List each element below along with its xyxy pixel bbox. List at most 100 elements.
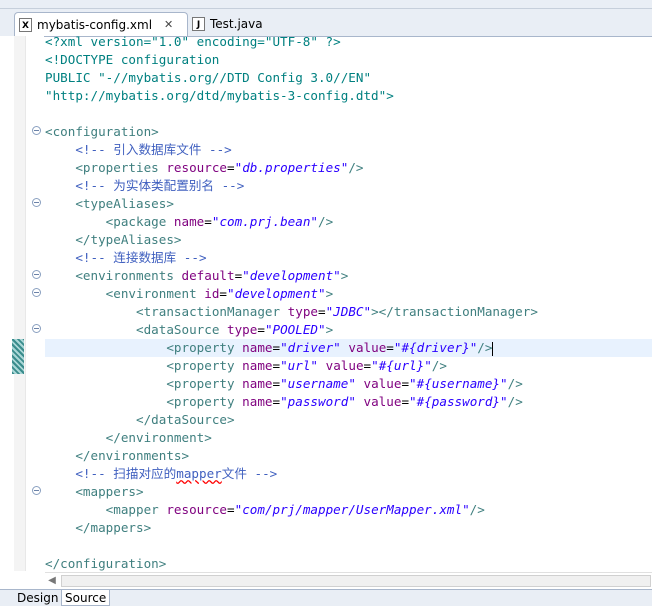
code-token: /> <box>507 376 523 391</box>
code-token: "POOLED" <box>264 322 326 337</box>
code-line[interactable]: <!-- 扫描对应的mapper文件 --> <box>45 465 277 483</box>
scroll-left-icon[interactable]: ◀ <box>45 573 59 589</box>
text-caret <box>492 341 494 356</box>
code-token: <mappers> <box>75 484 144 499</box>
code-token: <!DOCTYPE configuration <box>45 52 220 67</box>
code-line[interactable]: </configuration> <box>45 555 166 571</box>
fold-toggle-icon[interactable] <box>32 126 41 135</box>
code-token: = <box>386 340 394 355</box>
scrollbar-thumb[interactable] <box>61 575 651 587</box>
code-token: <!-- 为实体类配置别名 --> <box>75 178 245 193</box>
code-token: > <box>340 268 349 283</box>
code-line[interactable]: </environment> <box>45 429 212 447</box>
tab-test-java[interactable]: J Test.java <box>188 13 280 35</box>
code-line[interactable]: <!-- 引入数据库文件 --> <box>45 141 231 159</box>
code-token: "development" <box>242 268 341 283</box>
code-line[interactable]: <mapper resource="com/prj/mapper/UserMap… <box>45 501 485 519</box>
code-token: = <box>227 502 235 517</box>
code-line[interactable]: "http://mybatis.org/dtd/mybatis-3-config… <box>45 87 394 105</box>
code-token: resource <box>166 160 228 175</box>
code-token: <package <box>105 214 174 229</box>
code-line[interactable]: </environments> <box>45 447 189 465</box>
code-token: value <box>348 340 387 355</box>
code-token: /> <box>431 358 447 373</box>
code-line[interactable]: <transactionManager type="JDBC"></transa… <box>45 303 538 321</box>
editor-mode-tabs: Design Source <box>0 589 652 606</box>
code-line[interactable]: <?xml version="1.0" encoding="UTF-8" ?> <box>45 36 341 51</box>
source-editor[interactable]: <?xml version="1.0" encoding="UTF-8" ?> <… <box>45 36 652 571</box>
fold-toggle-icon[interactable] <box>32 270 41 279</box>
code-token: = <box>401 394 410 409</box>
code-token: = <box>272 376 281 391</box>
tab-label: Test.java <box>210 17 263 31</box>
fold-toggle-icon[interactable] <box>32 288 41 297</box>
code-token: type <box>287 304 318 319</box>
java-file-icon: J <box>192 17 205 31</box>
fold-toggle-icon[interactable] <box>32 486 41 495</box>
code-token: = <box>219 286 228 301</box>
code-token: /> <box>477 340 493 355</box>
close-icon[interactable]: ✕ <box>164 18 173 31</box>
code-line[interactable]: <property name="driver" value="#{driver}… <box>45 339 494 357</box>
code-token: /> <box>348 160 364 175</box>
code-token: "com.prj.bean" <box>211 214 319 229</box>
code-line[interactable]: <package name="com.prj.bean"/> <box>45 213 334 231</box>
code-line[interactable]: </mappers> <box>45 519 151 537</box>
code-token: = <box>363 358 372 373</box>
code-line[interactable]: <property name="username" value="#{usern… <box>45 375 523 393</box>
code-line[interactable]: </typeAliases> <box>45 231 181 249</box>
code-token: </environments> <box>75 448 190 463</box>
code-token: = <box>227 160 235 175</box>
code-token: </dataSource> <box>136 412 235 427</box>
toolbar-strip <box>0 0 652 9</box>
code-line[interactable]: <property name="url" value="#{url}"/> <box>45 357 447 375</box>
code-token: <environments <box>75 268 182 283</box>
code-token: </configuration> <box>45 556 167 571</box>
code-line[interactable]: <property name="password" value="#{passw… <box>45 393 522 411</box>
code-line[interactable]: <properties resource="db.properties"/> <box>45 159 364 177</box>
xml-file-icon: X <box>19 17 32 32</box>
code-token: mapper <box>176 466 222 481</box>
change-marker-icon <box>12 339 24 374</box>
code-line[interactable]: <!-- 为实体类配置别名 --> <box>45 177 244 195</box>
code-token: > <box>325 286 334 301</box>
code-line[interactable]: <dataSource type="POOLED"> <box>45 321 333 339</box>
code-token: "#{username}" <box>409 376 508 391</box>
tab-design[interactable]: Design <box>14 590 61 606</box>
code-line[interactable]: <!DOCTYPE configuration <box>45 51 219 69</box>
code-token: PUBLIC "-//mybatis.org//DTD Config 3.0//… <box>45 70 372 85</box>
code-token: type <box>227 322 258 337</box>
code-token: "url" <box>280 358 319 373</box>
code-token: = <box>272 358 281 373</box>
code-token: <mapper <box>105 502 167 517</box>
tab-source[interactable]: Source <box>61 590 111 606</box>
code-token: name <box>242 358 273 373</box>
code-token: = <box>272 340 281 355</box>
code-line[interactable]: <mappers> <box>45 483 144 501</box>
fold-toggle-icon[interactable] <box>32 324 41 333</box>
code-line[interactable]: PUBLIC "-//mybatis.org//DTD Config 3.0//… <box>45 69 371 87</box>
fold-toggle-icon[interactable] <box>32 198 41 207</box>
code-line[interactable]: <typeAliases> <box>45 195 174 213</box>
code-line[interactable]: <environments default="development"> <box>45 267 348 285</box>
horizontal-scrollbar[interactable]: ◀ <box>45 572 652 589</box>
code-token: = <box>401 376 410 391</box>
code-token: /> <box>469 502 485 517</box>
code-line[interactable]: <environment id="development"> <box>45 285 334 303</box>
code-line[interactable]: <!-- 连接数据库 --> <box>45 249 206 267</box>
code-line[interactable]: </dataSource> <box>45 411 235 429</box>
tab-mybatis-config[interactable]: X mybatis-config.xml ✕ <box>14 12 188 36</box>
code-line[interactable]: <configuration> <box>45 123 159 141</box>
